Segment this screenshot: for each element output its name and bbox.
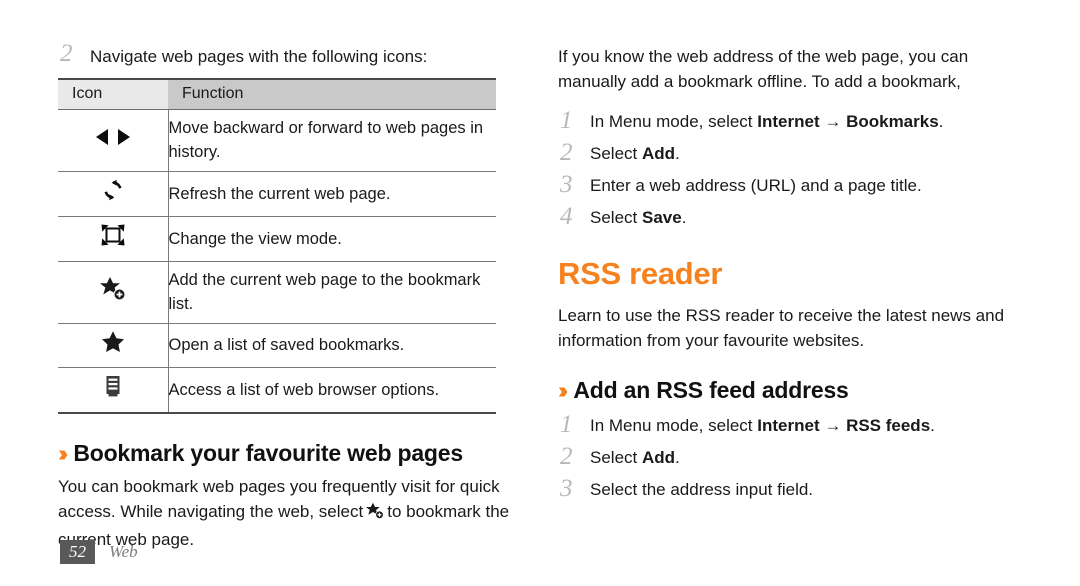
list-item: 1 In Menu mode, select Internet → RSS fe… — [558, 411, 1028, 440]
step-prefix: Select — [590, 144, 642, 163]
table-cell-function: Access a list of web browser options. — [168, 367, 496, 414]
list-item: 3 Enter a web address (URL) and a page t… — [558, 171, 1028, 200]
list-item: 4 Select Save. — [558, 203, 1028, 232]
rss-section-heading: ›› Add an RSS feed address — [558, 378, 1028, 402]
chevron-right-icon: ›› — [58, 440, 69, 466]
step-suffix: . — [938, 112, 944, 131]
rss-steps-list: 1 In Menu mode, select Internet → RSS fe… — [558, 411, 1028, 504]
intro-step: 2 Navigate web pages with the following … — [58, 40, 528, 69]
table-header-icon: Icon — [58, 78, 168, 110]
step-text: Select Add. — [590, 443, 1028, 472]
table-header-row: Icon Function — [58, 78, 496, 110]
step-arrow: → — [819, 416, 847, 436]
page-footer: 52 Web — [60, 540, 138, 564]
step-number: 2 — [560, 139, 573, 166]
table-cell-function: Add the current web page to the bookmark… — [168, 261, 496, 324]
back-forward-arrows-icon — [58, 109, 169, 172]
table-row: Move backward or forward to web pages in… — [58, 109, 496, 172]
table-row: Change the view mode. — [58, 216, 496, 262]
step-bold-internet: Internet — [757, 112, 820, 131]
list-item: 3 Select the address input field. — [558, 475, 1028, 504]
step-suffix: . — [675, 448, 680, 468]
bookmark-steps-list: 1 In Menu mode, select Internet → Bookma… — [558, 107, 1028, 232]
browser-options-icon — [58, 367, 169, 414]
step-arrow: → — [819, 112, 847, 131]
step-text: Select Save. — [590, 203, 1028, 232]
list-item: 2 Select Add. — [558, 443, 1028, 472]
step-number: 1 — [560, 411, 573, 439]
intro-step-text: Navigate web pages with the following ic… — [90, 47, 428, 66]
step-text: In Menu mode, select Internet → RSS feed… — [590, 411, 1028, 440]
manual-page: 2 Navigate web pages with the following … — [0, 0, 1080, 586]
table-header-function: Function — [168, 78, 496, 110]
step-suffix: . — [681, 208, 687, 227]
table-cell-function: Move backward or forward to web pages in… — [168, 109, 496, 172]
table-cell-function: Open a list of saved bookmarks. — [168, 323, 496, 368]
step-prefix: Select — [590, 208, 642, 227]
table-row: Refresh the current web page. — [58, 171, 496, 217]
refresh-icon — [58, 171, 169, 217]
step-number: 1 — [560, 107, 573, 134]
add-bookmark-icon — [365, 502, 385, 524]
table-row: Open a list of saved bookmarks. — [58, 323, 496, 368]
footer-section-label: Web — [109, 542, 138, 561]
list-item: 2 Select Add. — [558, 139, 1028, 168]
step-suffix: . — [675, 144, 680, 163]
step-bold-rss-feeds: RSS feeds — [846, 416, 931, 436]
table-cell-function: Refresh the current web page. — [168, 171, 496, 217]
step-bold-add: Add — [641, 448, 676, 468]
step-suffix: . — [930, 416, 935, 436]
rss-intro-paragraph: Learn to use the RSS reader to receive t… — [558, 306, 1005, 351]
step-text: Select the address input field. — [590, 480, 814, 500]
list-item: 1 In Menu mode, select Internet → Bookma… — [558, 107, 1028, 136]
step-number: 2 — [560, 443, 573, 471]
right-column: If you know the web address of the web p… — [558, 44, 1028, 507]
step-bold-internet: Internet — [757, 416, 820, 436]
bookmark-star-icon — [58, 323, 169, 368]
step-number: 3 — [560, 171, 573, 198]
bookmark-intro-paragraph: If you know the web address of the web p… — [558, 47, 969, 91]
browser-icon-table: Icon Function Move backward or forward t… — [58, 78, 496, 414]
page-title: RSS reader — [558, 256, 723, 291]
table-row: Add the current web page to the bookmark… — [58, 261, 496, 324]
bookmark-section-heading-text: Bookmark your favourite web pages — [73, 440, 463, 466]
table-cell-function: Change the view mode. — [168, 216, 496, 262]
rss-section-heading-text: Add an RSS feed address — [573, 377, 849, 404]
add-bookmark-icon — [58, 261, 169, 324]
intro-step-number: 2 — [60, 40, 73, 67]
view-mode-icon — [58, 216, 169, 262]
step-number: 3 — [560, 475, 573, 503]
bookmark-section-heading: ›› Bookmark your favourite web pages — [58, 441, 528, 465]
chevron-right-icon: ›› — [558, 377, 569, 404]
step-bold-bookmarks: Bookmarks — [846, 112, 939, 131]
table-row: Access a list of web browser options. — [58, 367, 496, 414]
step-text: Select Add. — [590, 139, 1028, 168]
step-prefix: In Menu mode, select — [590, 416, 758, 436]
left-column: 2 Navigate web pages with the following … — [58, 40, 528, 552]
step-text: Enter a web address (URL) and a page tit… — [590, 176, 922, 195]
step-text: In Menu mode, select Internet → Bookmark… — [590, 107, 1028, 136]
step-prefix: In Menu mode, select — [590, 112, 758, 131]
step-bold-add: Add — [641, 144, 676, 163]
step-bold-save: Save — [641, 208, 682, 227]
step-prefix: Select — [590, 448, 642, 468]
page-number-badge: 52 — [60, 540, 95, 564]
step-number: 4 — [560, 203, 573, 230]
